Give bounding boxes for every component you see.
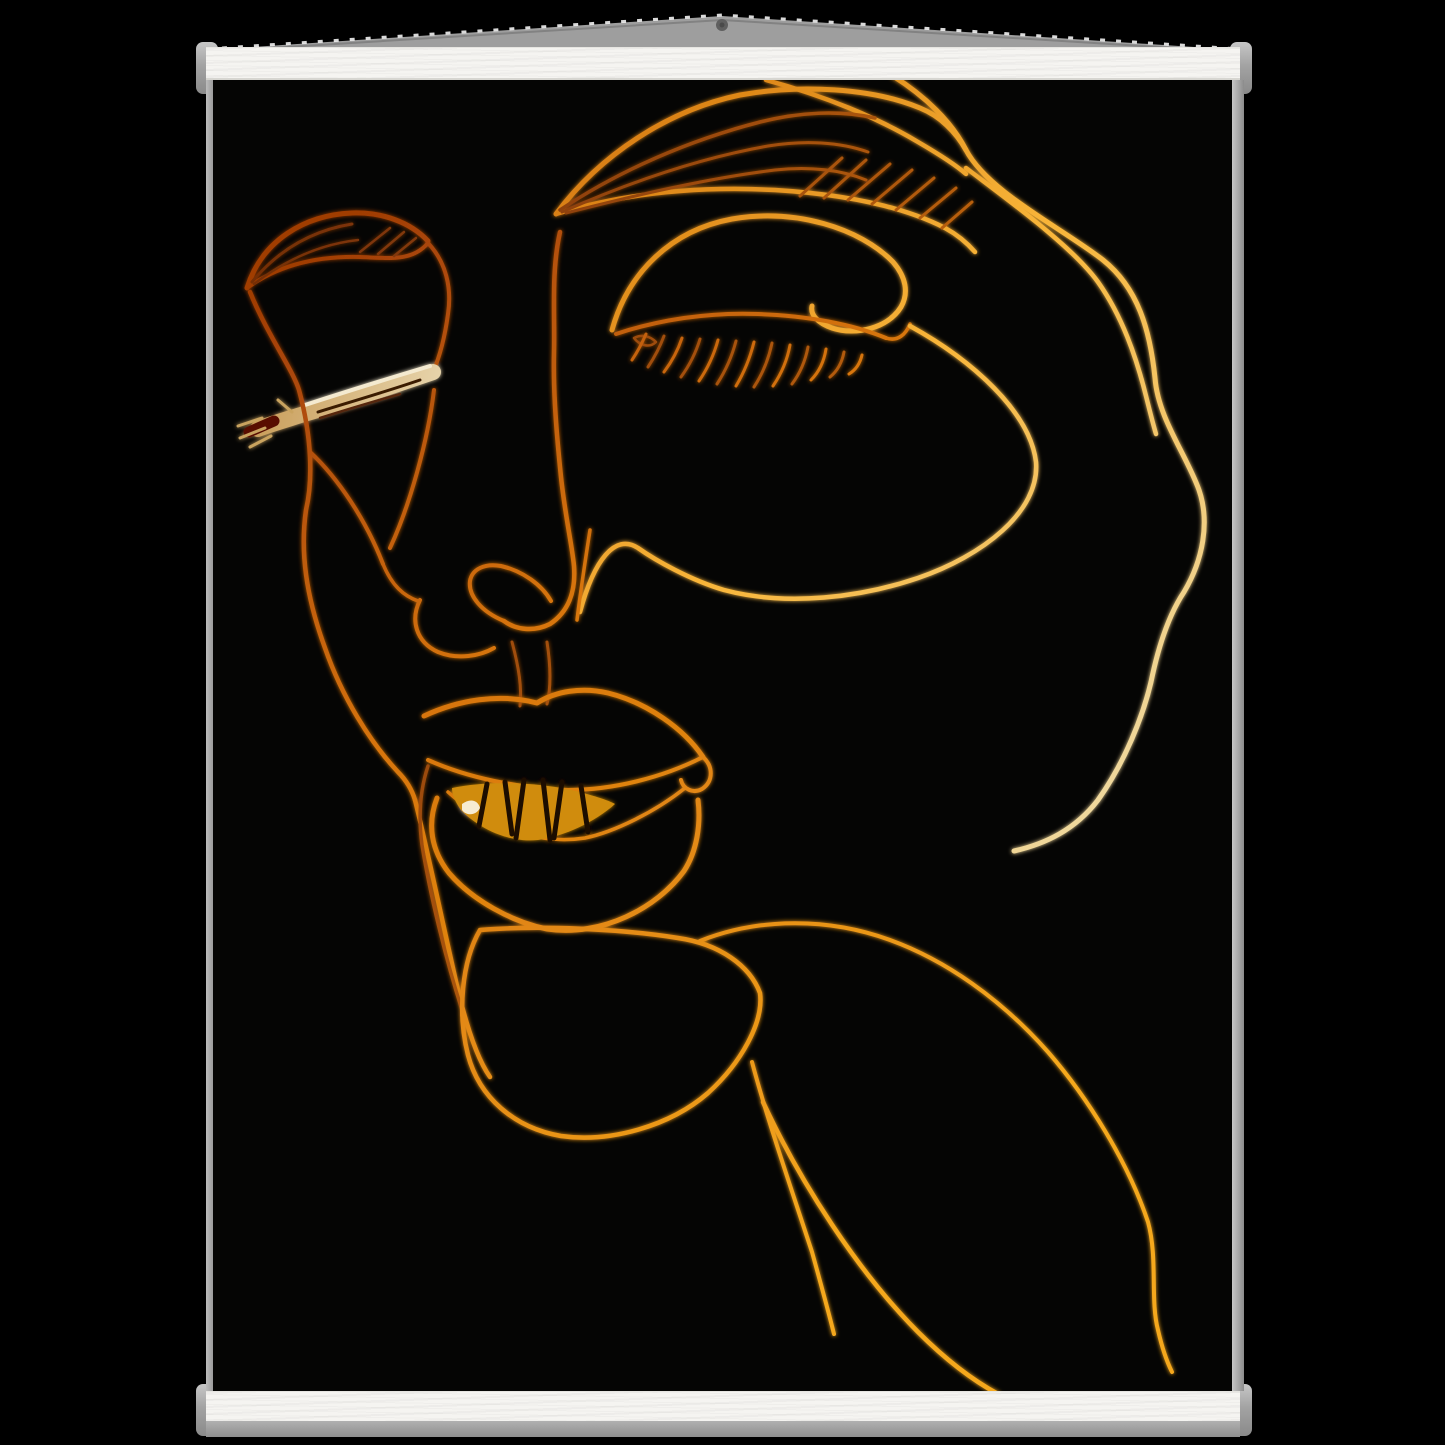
right-brow-tick-5	[896, 178, 934, 210]
poster-artwork	[213, 80, 1232, 1391]
lash-10	[792, 347, 808, 384]
chin-oval	[462, 928, 760, 1138]
bottom-hanger-bar	[206, 1391, 1240, 1424]
lash-4	[681, 339, 700, 377]
top-hanger-bar	[206, 47, 1240, 80]
right-brow-tick-7	[942, 202, 972, 228]
right-eye-corner-join	[886, 324, 910, 339]
upper-lip	[424, 690, 703, 757]
below-mouth-left	[415, 800, 490, 1077]
lash-9	[773, 345, 790, 386]
right-eye-lid	[616, 314, 886, 338]
face-line-art	[238, 80, 1204, 1391]
poster-mockup-scene	[0, 0, 1445, 1445]
lash-5	[699, 340, 718, 381]
cheek-curve	[580, 326, 1036, 612]
left-brow-tail	[428, 243, 449, 372]
nose-point-join	[383, 564, 418, 601]
left-eye-under-2	[390, 390, 434, 548]
artwork-svg	[213, 80, 1232, 1391]
bottom-rail-shadow	[206, 1421, 1240, 1437]
lip-seam-top	[428, 757, 703, 790]
jaw-right-neck	[700, 923, 1172, 1372]
right-brow-tick-6	[920, 188, 956, 218]
lash-7	[736, 342, 754, 386]
left-eye-under-1	[310, 452, 383, 564]
right-brow-top	[556, 89, 966, 214]
hanger-knob-center	[720, 23, 725, 28]
left-lash-spike-3	[250, 436, 271, 447]
brow-tail-parallel	[966, 168, 1156, 434]
nose-tip-loop	[470, 565, 551, 621]
right-brow-tick-1	[800, 158, 842, 196]
lash-3	[664, 338, 682, 372]
lash-12	[830, 352, 844, 377]
head-outline-right	[893, 80, 1204, 851]
poster-left-edge	[206, 80, 213, 1391]
lash-6	[717, 341, 736, 384]
left-lash-spike-4	[278, 400, 292, 412]
lash-11	[811, 349, 826, 380]
poster-right-edge	[1232, 80, 1244, 1391]
lash-13	[849, 355, 862, 374]
back-neck	[763, 1102, 998, 1391]
lash-8	[754, 343, 772, 387]
left-lash-main	[258, 372, 433, 429]
